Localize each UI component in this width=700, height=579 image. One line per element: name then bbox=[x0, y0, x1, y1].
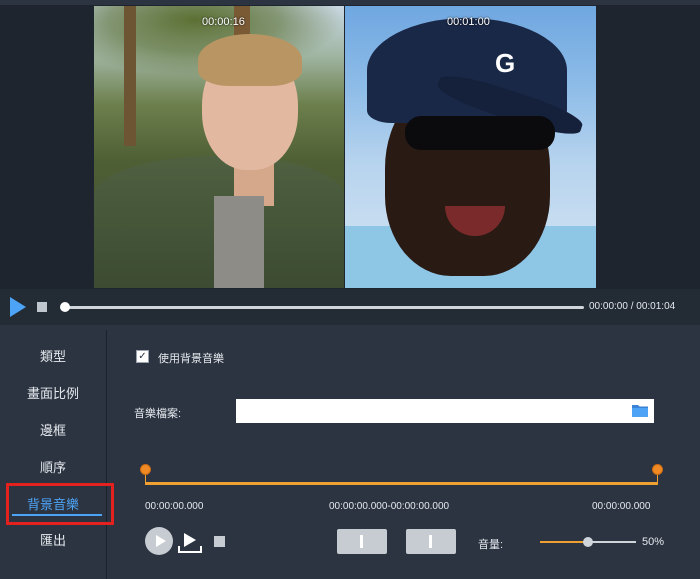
stop-icon[interactable] bbox=[37, 302, 47, 312]
play-range-icon[interactable] bbox=[178, 530, 202, 554]
trim-end-handle[interactable] bbox=[652, 464, 663, 475]
trim-range-time: 00:00:00.000-00:00:00.000 bbox=[329, 501, 450, 512]
mark-out-icon bbox=[429, 535, 432, 548]
use-background-music-checkbox[interactable]: ✓ bbox=[136, 350, 149, 363]
tree-trunk bbox=[124, 6, 136, 146]
trim-end-time: 00:00:00.000 bbox=[592, 501, 651, 512]
video-right[interactable]: G 00:01:00 bbox=[345, 6, 596, 288]
person-shirt bbox=[214, 196, 264, 288]
highlight-box bbox=[6, 483, 114, 525]
mark-out-button[interactable] bbox=[406, 529, 456, 554]
cap-logo: G bbox=[495, 48, 516, 78]
music-trim-track[interactable] bbox=[145, 482, 658, 485]
video-left[interactable]: 00:00:16 bbox=[94, 6, 344, 288]
sunglasses bbox=[405, 116, 555, 150]
volume-fill bbox=[540, 541, 588, 543]
round-play-icon[interactable] bbox=[145, 527, 173, 555]
music-file-label: 音樂檔案: bbox=[134, 408, 182, 420]
trim-start-handle[interactable] bbox=[140, 464, 151, 475]
play-icon[interactable] bbox=[10, 297, 26, 317]
music-file-input[interactable] bbox=[236, 399, 654, 423]
folder-icon[interactable] bbox=[632, 404, 648, 417]
volume-label: 音量: bbox=[478, 539, 504, 551]
person-hair bbox=[198, 34, 302, 86]
sidebar-item-aspect-ratio[interactable]: 畫面比例 bbox=[0, 383, 106, 402]
mark-in-icon bbox=[360, 535, 363, 548]
sidebar-item-export[interactable]: 匯出 bbox=[0, 530, 106, 549]
seek-thumb[interactable] bbox=[60, 302, 70, 312]
left-timecode: 00:00:16 bbox=[202, 16, 245, 28]
volume-value: 50% bbox=[642, 536, 665, 548]
trim-start-time: 00:00:00.000 bbox=[145, 501, 204, 512]
sidebar-item-order[interactable]: 順序 bbox=[0, 457, 106, 476]
use-background-music-label[interactable]: 使用背景音樂 bbox=[158, 350, 224, 366]
sidebar-item-border[interactable]: 邊框 bbox=[0, 420, 106, 439]
time-display: 00:00:00 / 00:01:04 bbox=[589, 301, 676, 312]
stop-icon[interactable] bbox=[214, 536, 225, 547]
volume-thumb[interactable] bbox=[583, 537, 593, 547]
seek-bar[interactable] bbox=[62, 306, 584, 309]
sidebar-item-type[interactable]: 類型 bbox=[0, 346, 106, 365]
right-timecode: 00:01:00 bbox=[447, 16, 490, 28]
mark-in-button[interactable] bbox=[337, 529, 387, 554]
